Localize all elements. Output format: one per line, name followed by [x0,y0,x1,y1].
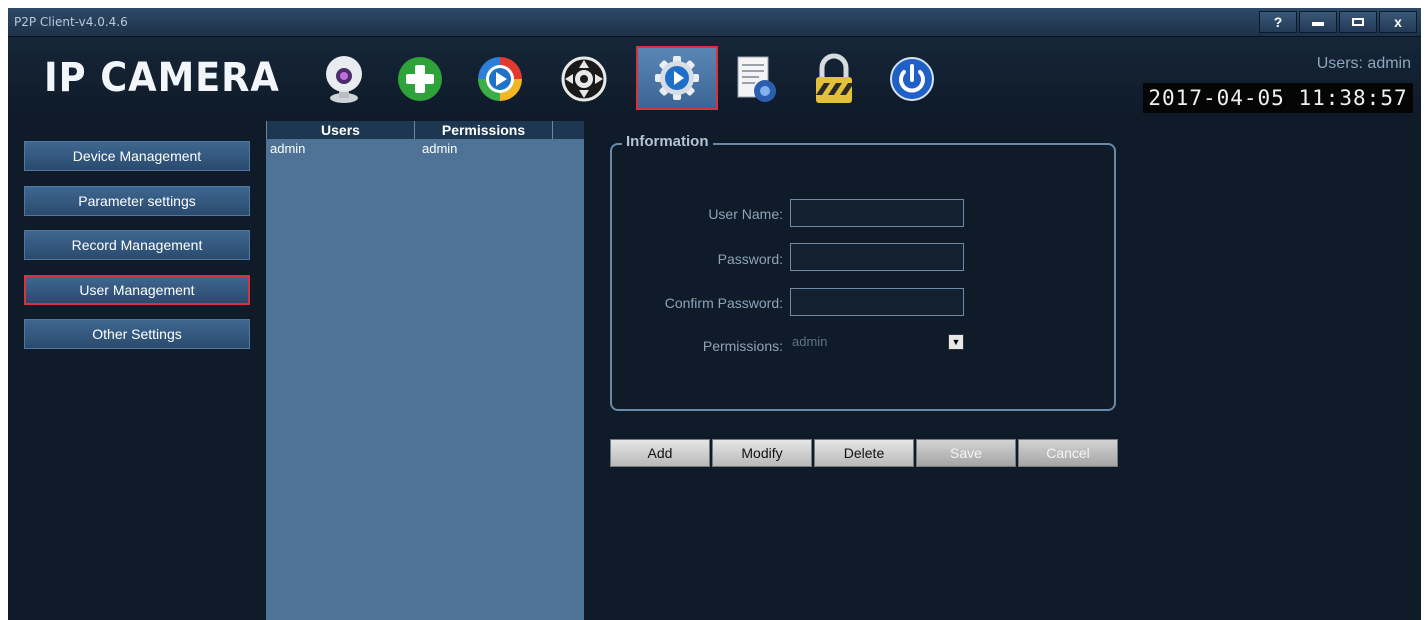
maximize-button[interactable] [1339,11,1377,33]
add-button[interactable]: Add [610,439,710,467]
sidebar-item-user-management[interactable]: User Management [24,275,250,305]
ptz-control-icon [561,56,607,102]
permission-cell: admin [422,141,458,156]
add-device-icon [398,57,442,101]
sidebar: Device Management Parameter settings Rec… [8,121,264,620]
sidebar-item-device-management[interactable]: Device Management [24,141,250,171]
window-title: P2P Client-v4.0.4.6 [14,15,128,29]
datetime-display: 2017-04-05 11:38:57 [1143,83,1413,113]
power-button[interactable] [886,53,938,105]
help-button[interactable]: ? [1259,11,1297,33]
add-device-button[interactable] [394,53,446,105]
title-bar: P2P Client-v4.0.4.6 ? x [8,8,1421,37]
user-name-input[interactable] [790,199,964,227]
sidebar-item-other-settings[interactable]: Other Settings [24,319,250,349]
column-header-permissions[interactable]: Permissions [414,121,552,139]
webcam-icon [326,56,362,103]
lock-button[interactable] [808,53,860,105]
action-bar: Add Modify Delete Save Cancel [610,439,1120,467]
log-document-button[interactable] [730,53,782,105]
power-icon [890,57,934,101]
confirm-password-input[interactable] [790,288,964,316]
cancel-button[interactable]: Cancel [1018,439,1118,467]
column-header-empty [552,121,584,139]
permissions-select[interactable]: admin ▼ [790,331,964,355]
delete-button[interactable]: Delete [814,439,914,467]
user-name-label: User Name: [708,206,783,222]
settings-button[interactable] [636,46,718,110]
minimize-button[interactable] [1299,11,1337,33]
app-logo: IP CAMERA [44,55,280,101]
password-input[interactable] [790,243,964,271]
save-button[interactable]: Save [916,439,1016,467]
sidebar-item-parameter-settings[interactable]: Parameter settings [24,186,250,216]
chevron-down-icon[interactable]: ▼ [948,334,964,350]
information-groupbox [610,143,1116,411]
permissions-value: admin [792,334,828,349]
users-table[interactable]: Users Permissions admin admin [266,121,584,620]
maximize-icon [1352,18,1364,26]
table-row[interactable]: admin admin [266,141,584,159]
lock-icon [816,53,852,103]
minimize-icon [1312,22,1324,26]
ptz-control-button[interactable] [558,53,610,105]
close-button[interactable]: x [1379,11,1417,33]
current-user-label: Users: admin [1316,55,1411,72]
sidebar-item-record-management[interactable]: Record Management [24,230,250,260]
playback-icon [478,57,522,101]
confirm-password-label: Confirm Password: [664,295,783,311]
password-label: Password: [717,251,783,267]
app-header: IP CAMERA Users: admin 2017-04-05 11:38:… [8,37,1421,119]
settings-icon [655,56,699,100]
app-window: P2P Client-v4.0.4.6 ? x IP CAMERA Users:… [8,8,1421,620]
log-document-icon [737,56,776,102]
user-cell: admin [270,141,306,156]
webcam-button[interactable] [318,53,370,105]
playback-button[interactable] [474,53,526,105]
column-header-users[interactable]: Users [266,121,414,139]
information-legend: Information [622,133,713,150]
permissions-label: Permissions: [702,338,783,354]
table-header: Users Permissions [266,121,584,139]
modify-button[interactable]: Modify [712,439,812,467]
window-controls: ? x [1259,11,1417,33]
